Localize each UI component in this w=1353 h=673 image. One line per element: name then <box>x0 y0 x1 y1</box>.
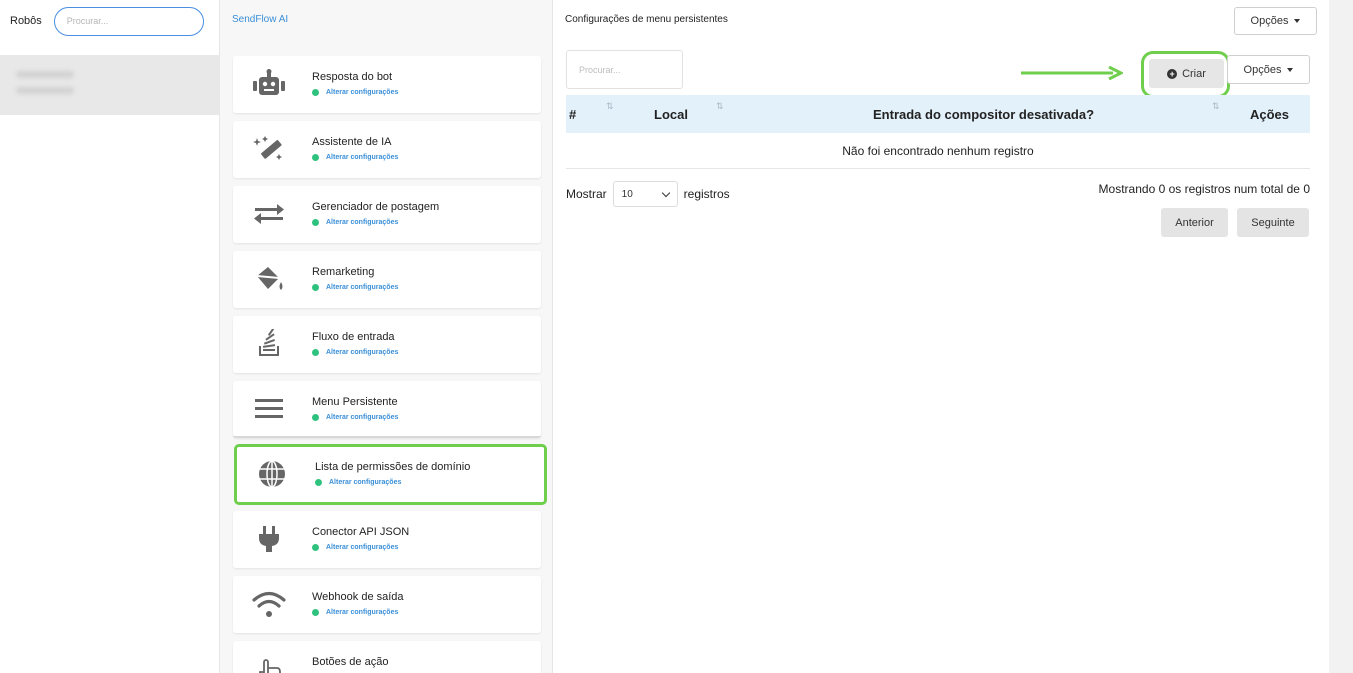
page-title: Configurações de menu persistentes <box>565 14 728 25</box>
plus-circle-icon: + <box>1167 68 1178 79</box>
status-dot <box>312 349 319 356</box>
status-dot <box>312 414 319 421</box>
status-dot <box>312 284 319 291</box>
menu-card-title: Remarketing <box>312 266 375 278</box>
features-menu: SendFlow AI Resposta do bot Alterar conf… <box>220 0 553 673</box>
create-button[interactable]: + Criar <box>1149 59 1224 88</box>
menu-card-title: Botões de ação <box>312 656 389 668</box>
column-header-actions: Ações <box>1250 107 1290 122</box>
menu-card-status[interactable]: Alterar configurações <box>312 414 398 421</box>
chevron-down-icon <box>661 188 670 197</box>
menu-card-title: Fluxo de entrada <box>312 331 395 343</box>
table-search-input[interactable] <box>566 50 683 89</box>
inbox-stack-icon <box>251 328 287 360</box>
page-length-control: Mostrar 10 registros <box>566 181 730 207</box>
bots-panel: Robôs <box>0 0 220 673</box>
menu-card-inbound-flow[interactable]: Fluxo de entrada Alterar configurações <box>233 316 541 373</box>
caret-down-icon <box>1294 19 1301 23</box>
menu-bars-icon <box>251 393 287 425</box>
menu-card-ai-assistant[interactable]: Assistente de IA Alterar configurações <box>233 121 541 178</box>
main-panel: Configurações de menu persistentes Opçõe… <box>553 0 1329 673</box>
plug-icon <box>251 523 287 555</box>
menu-card-status[interactable]: Alterar configurações <box>312 219 398 226</box>
menu-card-status[interactable]: Alterar configurações <box>312 154 398 161</box>
magic-wand-icon <box>251 133 287 165</box>
menu-card-status[interactable]: Alterar configurações <box>312 609 398 616</box>
previous-page-button[interactable]: Anterior <box>1161 208 1228 237</box>
bots-search-input[interactable] <box>53 6 204 36</box>
menu-card-status[interactable]: Alterar configurações <box>312 544 398 551</box>
menu-card-title: Resposta do bot <box>312 71 393 83</box>
menu-card-bot-reply[interactable]: Resposta do bot Alterar configurações <box>233 56 541 113</box>
status-dot <box>312 544 319 551</box>
menu-card-domain-whitelist[interactable]: Lista de permissões de domínio Alterar c… <box>234 444 547 505</box>
globe-icon <box>254 458 290 490</box>
menu-card-title: Webhook de saída <box>312 591 404 603</box>
menu-card-title: Conector API JSON <box>312 526 410 538</box>
column-header-composer-disabled[interactable]: Entrada do compositor desativada? <box>873 107 1094 122</box>
menu-card-post-manager[interactable]: Gerenciador de postagem Alterar configur… <box>233 186 541 243</box>
menu-card-webhook[interactable]: Webhook de saída Alterar configurações <box>233 576 541 633</box>
page-length-select[interactable]: 10 <box>612 181 678 207</box>
menu-card-remarketing[interactable]: Remarketing Alterar configurações <box>233 251 541 308</box>
arrow-right-icon <box>1021 65 1125 85</box>
next-page-button[interactable]: Seguinte <box>1237 208 1309 237</box>
table-empty-row: Não foi encontrado nenhum registro <box>566 133 1310 169</box>
menu-card-status[interactable]: Alterar configurações <box>312 349 398 356</box>
wifi-icon <box>251 588 287 620</box>
menu-card-title: Menu Persistente <box>312 396 398 408</box>
bots-title: Robôs <box>10 15 42 27</box>
table-header: # ⇅ Local ⇅ Entrada do compositor desati… <box>566 95 1310 133</box>
menu-card-persistent-menu[interactable]: Menu Persistente Alterar configurações <box>233 381 541 438</box>
brand-link[interactable]: SendFlow AI <box>232 14 288 25</box>
sort-icon[interactable]: ⇅ <box>606 101 614 112</box>
caret-down-icon <box>1287 67 1294 72</box>
scrollbar-track[interactable] <box>1329 0 1353 673</box>
menu-card-status[interactable]: Alterar configurações <box>312 284 398 291</box>
menu-card-title: Assistente de IA <box>312 136 392 148</box>
status-dot <box>312 154 319 161</box>
bot-list-item[interactable] <box>0 55 220 115</box>
sort-icon[interactable]: ⇅ <box>1212 101 1220 112</box>
table-options-button[interactable]: Opções <box>1227 55 1310 84</box>
status-dot <box>315 479 322 486</box>
sort-icon[interactable]: ⇅ <box>716 101 724 112</box>
menu-card-json-api[interactable]: Conector API JSON Alterar configurações <box>233 511 541 568</box>
exchange-arrows-icon <box>251 198 287 230</box>
records-label: registros <box>683 187 730 201</box>
status-dot <box>312 219 319 226</box>
table-info: Mostrando 0 os registros num total de 0 <box>1098 182 1310 196</box>
app-window: Robôs SendFlow AI Resposta do bot Altera… <box>0 0 1353 673</box>
menu-card-title: Gerenciador de postagem <box>312 201 440 213</box>
status-dot <box>312 609 319 616</box>
menu-card-title: Lista de permissões de domínio <box>315 461 471 473</box>
paint-bucket-icon <box>251 263 287 295</box>
column-header-local[interactable]: Local <box>654 107 688 122</box>
status-dot <box>312 89 319 96</box>
bots-header: Robôs <box>0 0 219 42</box>
menu-card-action-buttons[interactable]: Botões de ação <box>233 641 541 673</box>
column-header-index[interactable]: # <box>569 107 576 122</box>
menu-card-status[interactable]: Alterar configurações <box>312 89 398 96</box>
robot-icon <box>251 68 287 100</box>
options-dropdown-button[interactable]: Opções <box>1234 7 1317 35</box>
show-label: Mostrar <box>566 187 607 201</box>
menu-card-status[interactable]: Alterar configurações <box>315 479 401 486</box>
hand-pointer-icon <box>251 653 287 673</box>
